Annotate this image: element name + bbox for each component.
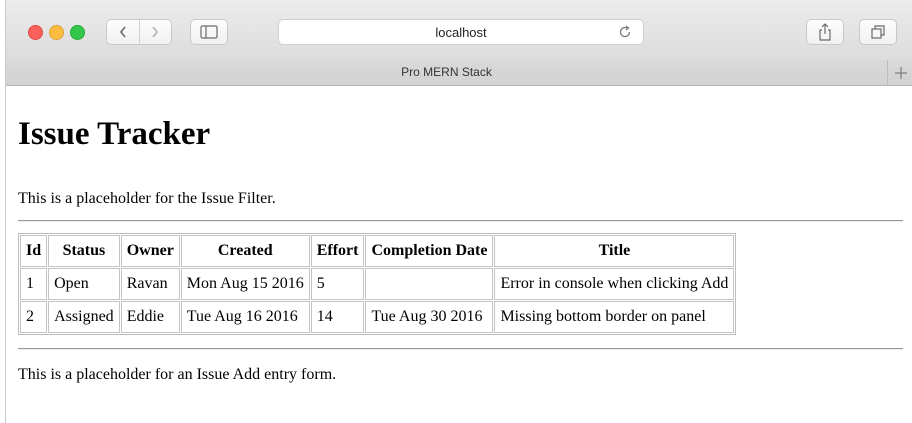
issue-table: Id Status Owner Created Effort Completio… — [18, 233, 737, 335]
tab-bar: Pro MERN Stack — [6, 60, 912, 86]
cell-status: Open — [48, 268, 120, 300]
cell-created: Tue Aug 16 2016 — [180, 301, 310, 333]
browser-toolbar: localhost — [6, 0, 912, 61]
divider — [18, 348, 903, 350]
column-header-completion-date: Completion Date — [365, 235, 494, 267]
forward-button[interactable] — [138, 20, 172, 44]
cell-id: 1 — [20, 268, 48, 300]
column-header-id: Id — [20, 235, 48, 267]
cell-completion-date: Tue Aug 30 2016 — [365, 301, 494, 333]
address-text: localhost — [435, 25, 487, 40]
share-button[interactable] — [806, 19, 844, 45]
column-header-effort: Effort — [310, 235, 365, 267]
chevron-left-icon — [119, 26, 126, 38]
cell-id: 2 — [20, 301, 48, 333]
column-header-owner: Owner — [120, 235, 180, 267]
column-header-title: Title — [494, 235, 735, 267]
minimize-window-button[interactable] — [49, 25, 64, 40]
table-header-row: Id Status Owner Created Effort Completio… — [20, 235, 735, 267]
cell-effort: 5 — [310, 268, 365, 300]
sidebar-icon — [200, 25, 218, 39]
tabs-overview-button[interactable] — [859, 19, 897, 45]
cell-effort: 14 — [310, 301, 365, 333]
cell-completion-date — [365, 268, 494, 300]
zoom-window-button[interactable] — [70, 25, 85, 40]
cell-created: Mon Aug 15 2016 — [180, 268, 310, 300]
new-tab-button[interactable] — [887, 60, 912, 85]
back-button[interactable] — [107, 20, 139, 44]
cell-owner: Eddie — [120, 301, 180, 333]
issue-filter-placeholder: This is a placeholder for the Issue Filt… — [18, 190, 276, 207]
share-icon — [819, 23, 831, 41]
cell-owner: Ravan — [120, 268, 180, 300]
divider — [18, 220, 903, 222]
plus-icon — [894, 66, 907, 79]
table-row: 1 Open Ravan Mon Aug 15 2016 5 Error in … — [20, 268, 735, 300]
tabs-overview-icon — [871, 25, 885, 39]
reload-icon[interactable] — [617, 24, 633, 40]
browser-window: localhost Pro MERN Stack Issue Tracker T… — [5, 0, 912, 423]
cell-status: Assigned — [48, 301, 120, 333]
close-window-button[interactable] — [28, 25, 43, 40]
table-row: 2 Assigned Eddie Tue Aug 16 2016 14 Tue … — [20, 301, 735, 333]
cell-title: Missing bottom border on panel — [494, 301, 735, 333]
page-title: Issue Tracker — [18, 116, 211, 152]
issue-add-placeholder: This is a placeholder for an Issue Add e… — [18, 366, 337, 383]
tab-title[interactable]: Pro MERN Stack — [6, 65, 887, 79]
column-header-status: Status — [48, 235, 120, 267]
cell-title: Error in console when clicking Add — [494, 268, 735, 300]
sidebar-button[interactable] — [190, 19, 228, 45]
chevron-right-icon — [152, 26, 159, 38]
navigation-buttons — [106, 19, 172, 45]
address-bar[interactable]: localhost — [278, 19, 644, 45]
column-header-created: Created — [180, 235, 310, 267]
